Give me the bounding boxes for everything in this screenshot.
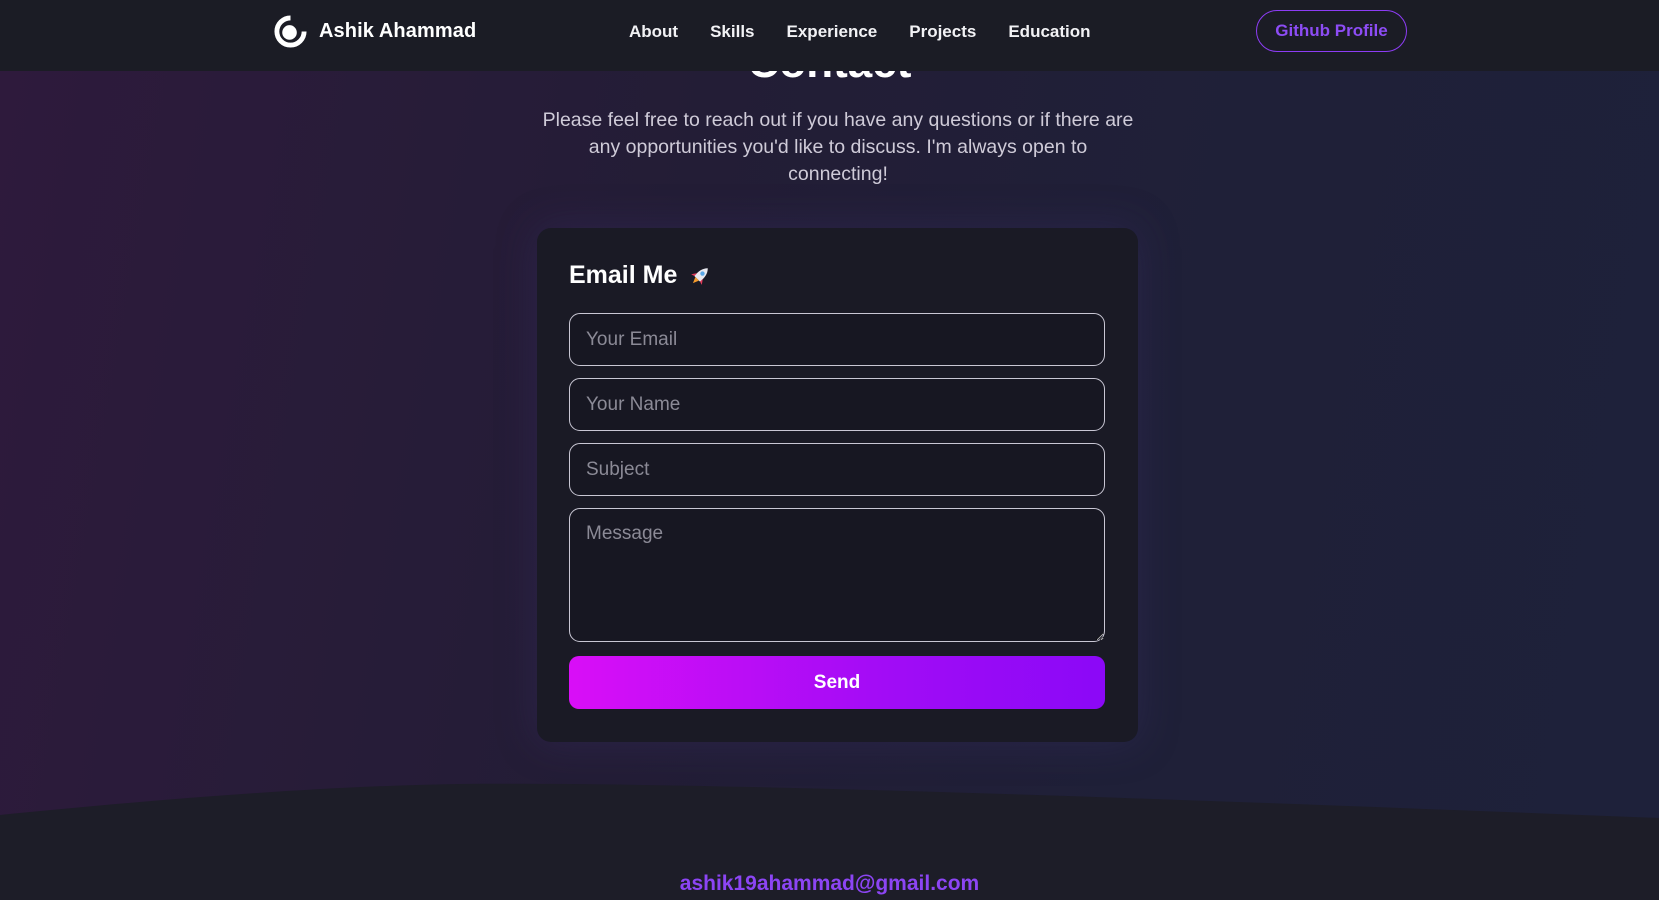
brand-link[interactable]: Ashik Ahammad <box>273 14 476 49</box>
navbar: Ashik Ahammad About Skills Experience Pr… <box>0 0 1659 71</box>
nav-link-experience[interactable]: Experience <box>771 20 894 44</box>
message-field[interactable] <box>569 508 1105 642</box>
email-field[interactable] <box>569 313 1105 366</box>
nav-link-about[interactable]: About <box>613 20 694 44</box>
footer-email-link[interactable]: ashik19ahammad@gmail.com <box>0 872 1659 896</box>
nav-link-skills[interactable]: Skills <box>694 20 770 44</box>
form-title: Email Me <box>569 261 713 290</box>
subject-field[interactable] <box>569 443 1105 496</box>
nav-link-education[interactable]: Education <box>992 20 1106 44</box>
contact-description: Please feel free to reach out if you hav… <box>542 109 1134 185</box>
logo-icon <box>274 14 308 48</box>
github-profile-button[interactable]: Github Profile <box>1256 10 1407 52</box>
send-button[interactable]: Send <box>569 656 1105 709</box>
rocket-icon <box>691 267 709 285</box>
nav-links: About Skills Experience Projects Educati… <box>613 20 1107 44</box>
name-field[interactable] <box>569 378 1105 431</box>
form-title-text: Email Me <box>569 261 678 289</box>
brand-name: Ashik Ahammad <box>319 20 477 42</box>
contact-form-card: Email Me Send <box>537 228 1138 742</box>
nav-link-projects[interactable]: Projects <box>893 20 992 44</box>
